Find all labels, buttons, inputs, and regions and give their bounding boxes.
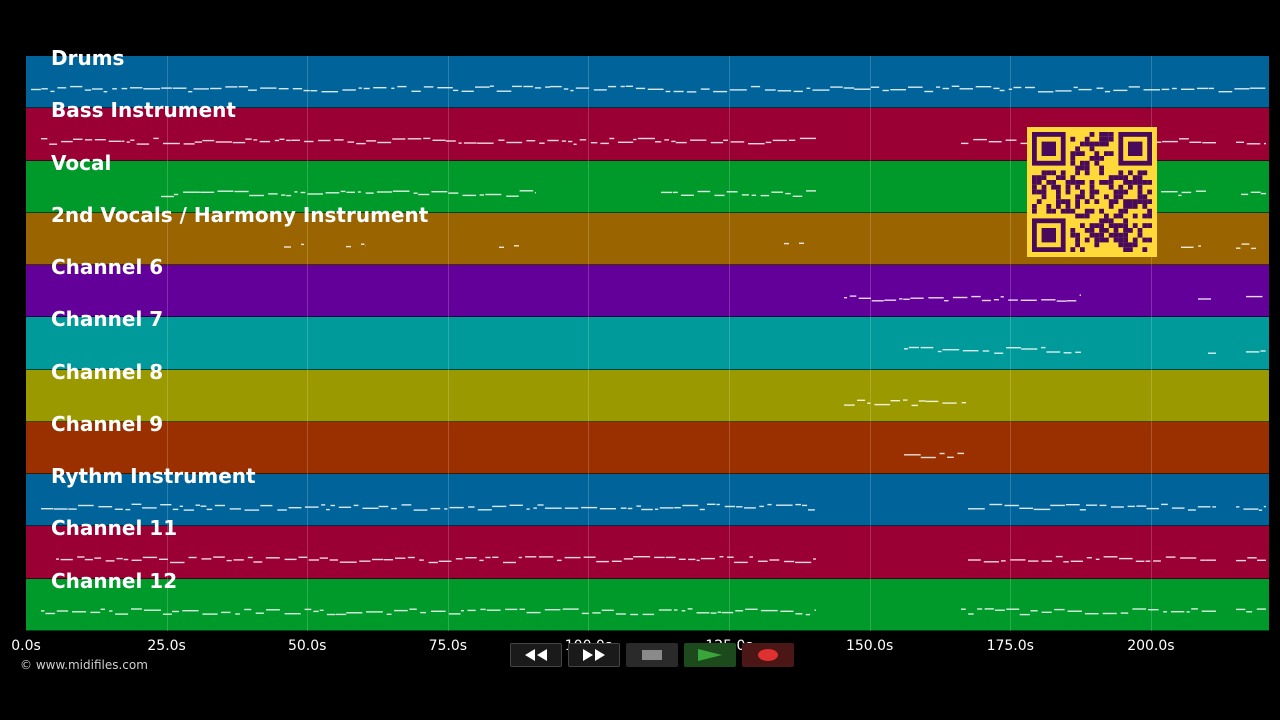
time-tick-label: 200.0s <box>1127 638 1175 654</box>
time-tick-label: 75.0s <box>428 638 468 654</box>
time-tick-label: 50.0s <box>287 638 327 654</box>
time-tick-label: 25.0s <box>147 638 186 654</box>
play-button[interactable] <box>684 643 736 667</box>
track-label: Channel 12 <box>51 568 178 593</box>
track-label: Bass Instrument <box>51 98 236 123</box>
time-tick-label: 150.0s <box>845 638 894 654</box>
track-label: 2nd Vocals / Harmony Instrument <box>51 202 429 227</box>
transport-controls <box>510 643 794 671</box>
record-icon <box>758 649 778 661</box>
rewind-icon <box>525 649 547 661</box>
track-label: Channel 11 <box>51 516 178 541</box>
record-button[interactable] <box>742 643 794 667</box>
rewind-button[interactable] <box>510 643 562 667</box>
stop-icon <box>642 650 662 660</box>
track-label: Channel 7 <box>51 307 164 332</box>
track-label: Drums <box>51 46 125 70</box>
track-label: Channel 9 <box>51 411 164 436</box>
fast-forward-icon <box>583 649 605 661</box>
fast-forward-button[interactable] <box>568 643 620 667</box>
play-icon <box>698 649 722 661</box>
copyright-text: © www.midifiles.com <box>20 658 148 672</box>
track-label: Vocal <box>51 150 112 175</box>
qr-code <box>1027 127 1157 257</box>
time-tick-label: 175.0s <box>986 638 1034 654</box>
track-label: Channel 8 <box>51 359 164 384</box>
time-tick-label: 0.0s <box>11 638 41 654</box>
track-label: Rythm Instrument <box>51 464 256 489</box>
stop-button[interactable] <box>626 643 678 667</box>
track-label: Channel 6 <box>51 255 164 280</box>
